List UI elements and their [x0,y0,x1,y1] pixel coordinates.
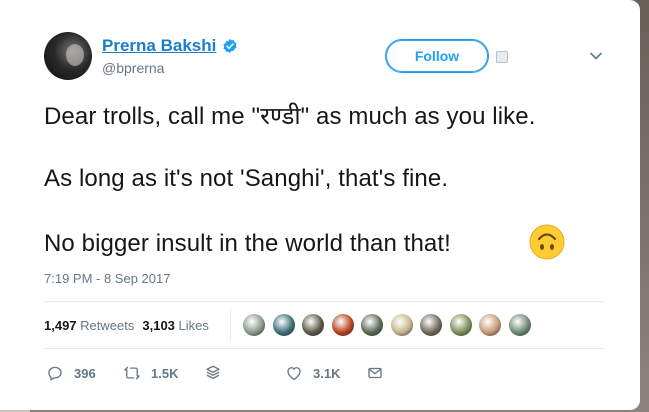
author-name[interactable]: Prerna Bakshi [102,36,216,56]
reply-icon [48,366,62,381]
liker-avatar[interactable] [507,313,532,337]
liker-avatar[interactable] [419,313,443,337]
likes-stat[interactable]: 3,103 Likes [142,318,209,333]
retweet-count: 1.5K [151,365,179,381]
tweet-text-line: Dear trolls, call me "रण्डी" as much as … [44,103,536,130]
reply-action[interactable]: 396 [46,361,96,385]
liker-avatar[interactable] [301,313,325,337]
retweet-action[interactable]: 1.5K [123,361,178,385]
retweets-stat[interactable]: 1,497 Retweets [44,318,134,333]
envelope-icon [368,367,382,379]
like-action[interactable]: 3.1K [285,361,340,385]
layers-icon [206,365,220,379]
upside-down-face-emoji-icon [529,224,565,260]
liker-avatar[interactable] [478,313,502,337]
profile-card-icon[interactable] [496,51,508,63]
follow-button[interactable]: Follow [385,39,489,73]
verified-badge-icon [223,39,237,53]
liker-avatar[interactable] [389,313,414,337]
heart-icon [287,367,301,381]
liker-avatar[interactable] [360,313,384,337]
tweet-text-line: As long as it's not 'Sanghi', that's fin… [44,165,449,192]
tweet-timestamp[interactable]: 7:19 PM - 8 Sep 2017 [44,271,170,286]
direct-message-action[interactable] [366,361,384,385]
action-bar: 396 1.5K 3.1K [0,361,640,385]
liker-avatar[interactable] [330,313,355,337]
likes-label: Likes [178,318,209,333]
likes-count: 3,103 [142,318,175,333]
stats-separator [230,309,231,341]
chevron-down-icon[interactable] [590,52,602,60]
liker-avatar[interactable] [242,313,266,337]
like-count: 3.1K [313,365,341,381]
tweet-text-line: No bigger insult in the world than that! [44,230,451,257]
divider [44,301,604,302]
liker-avatar[interactable] [271,313,296,337]
reply-count: 396 [74,365,96,381]
share-action[interactable] [204,361,222,385]
retweets-count: 1,497 [44,318,77,333]
retweets-label: Retweets [80,318,135,333]
retweet-icon [124,366,140,380]
engagement-stats: 1,497 Retweets 3,103 Likes [44,318,209,333]
author-avatar[interactable] [44,32,92,80]
author-handle[interactable]: @bprerna [102,60,164,76]
liker-avatar[interactable] [448,313,473,337]
divider [44,348,604,349]
tweet-card: Prerna Bakshi @bprerna Follow Dear troll… [0,0,640,410]
